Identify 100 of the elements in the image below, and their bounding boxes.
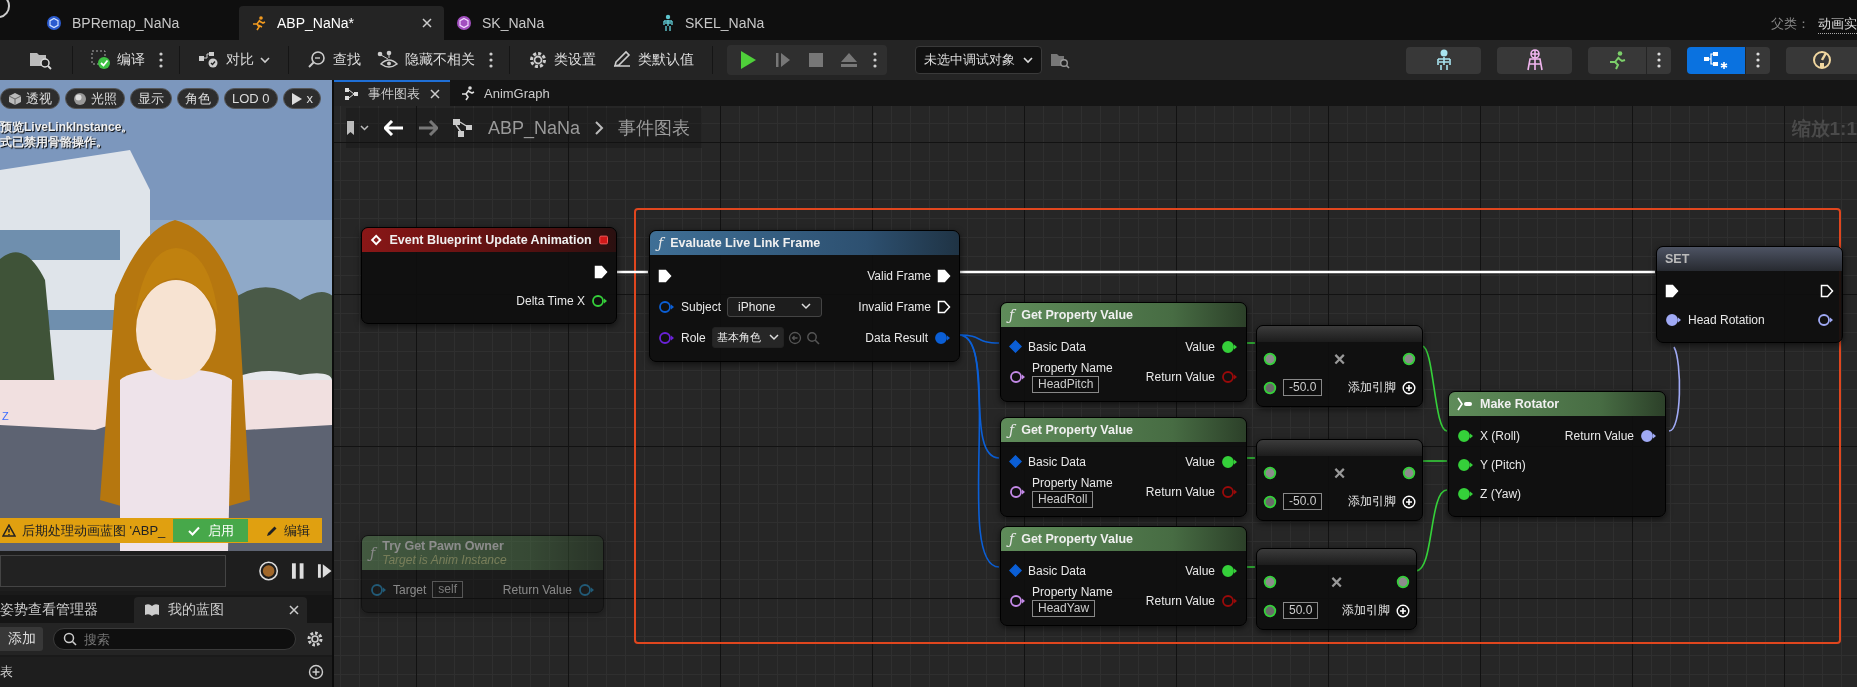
- data-pin[interactable]: [1640, 428, 1657, 443]
- exec-pin[interactable]: [1820, 283, 1834, 298]
- toolbar-button[interactable]: 查找: [299, 45, 369, 75]
- more-options-icon[interactable]: [159, 52, 163, 68]
- toolbar-button[interactable]: 对比: [190, 45, 278, 75]
- graph-node[interactable]: ƒ Evaluate Live Link Frame Valid Frame Subject iPhone Invalid Frame Role 基本角色 Data Result: [649, 230, 960, 362]
- data-pin[interactable]: [1221, 563, 1238, 578]
- timeline-track[interactable]: [0, 555, 226, 587]
- use-selected-icon[interactable]: [787, 330, 802, 345]
- value-dropdown[interactable]: 基本角色: [711, 327, 784, 348]
- exec-pin[interactable]: [1665, 283, 1679, 298]
- pause-icon[interactable]: [291, 562, 305, 580]
- viewport-button[interactable]: 光照: [65, 88, 125, 109]
- more-options-icon[interactable]: [1647, 46, 1671, 74]
- data-pin[interactable]: [1263, 351, 1277, 366]
- forward-arrow-icon[interactable]: [418, 120, 438, 136]
- value-field[interactable]: self: [432, 581, 464, 598]
- graph-tab[interactable]: 事件图表: [334, 80, 450, 106]
- document-tab[interactable]: SK_NaNa: [444, 6, 649, 40]
- value-field[interactable]: HeadYaw: [1032, 600, 1096, 617]
- data-pin[interactable]: [1402, 351, 1416, 366]
- value-field[interactable]: -50.0: [1283, 493, 1323, 510]
- parent-class-link[interactable]: 动画实: [1818, 14, 1857, 34]
- data-pin[interactable]: [1009, 594, 1026, 608]
- mode-button[interactable]: [1687, 46, 1745, 74]
- exec-pin[interactable]: [658, 268, 672, 283]
- graph-node[interactable]: × -50.0 添加引脚: [1256, 439, 1423, 521]
- add-pin-icon[interactable]: [1402, 494, 1416, 509]
- edit-button[interactable]: 编辑: [254, 521, 322, 540]
- add-button[interactable]: 添加: [0, 627, 43, 651]
- document-tab[interactable]: SKEL_NaNa: [649, 6, 854, 40]
- value-field[interactable]: HeadRoll: [1032, 491, 1094, 508]
- data-pin[interactable]: [591, 293, 608, 308]
- document-tab[interactable]: ABP_NaNa*: [239, 6, 444, 40]
- graph-node[interactable]: ƒ Get Property Value Basic Data Value Property Name HeadYaw Return Value: [1000, 526, 1247, 626]
- wire[interactable]: [1421, 345, 1448, 432]
- mode-button[interactable]: [1786, 46, 1857, 74]
- data-pin[interactable]: [1221, 339, 1238, 354]
- data-pin[interactable]: [1221, 454, 1238, 469]
- more-options-icon[interactable]: [489, 52, 493, 68]
- data-pin[interactable]: [1457, 428, 1474, 443]
- more-options-icon[interactable]: [1746, 46, 1770, 74]
- folder-search-icon[interactable]: [1050, 51, 1070, 69]
- toolbar-button[interactable]: 隐藏不相关: [369, 45, 483, 75]
- data-pin[interactable]: [1402, 465, 1416, 480]
- exec-pin[interactable]: [594, 264, 608, 279]
- exec-pin[interactable]: [937, 268, 951, 283]
- mode-button[interactable]: [1497, 46, 1572, 74]
- add-pin-icon[interactable]: [1402, 380, 1416, 395]
- graph-tab[interactable]: AnimGraph: [450, 80, 560, 106]
- wire[interactable]: [1421, 460, 1448, 462]
- data-pin[interactable]: [1263, 603, 1277, 618]
- data-pin[interactable]: [1263, 465, 1277, 480]
- viewport-button[interactable]: LOD 0: [224, 88, 278, 109]
- data-pin[interactable]: [1665, 312, 1682, 327]
- data-pin[interactable]: [1817, 312, 1834, 327]
- graph-node[interactable]: SET Head Rotation: [1656, 246, 1843, 343]
- bookmark-icon[interactable]: [346, 120, 370, 136]
- close-icon[interactable]: [430, 89, 440, 99]
- more-options-icon[interactable]: [873, 52, 877, 68]
- value-field[interactable]: 50.0: [1283, 602, 1319, 619]
- eject-icon[interactable]: [839, 51, 859, 69]
- search-icon[interactable]: [805, 330, 820, 345]
- settings-icon[interactable]: [306, 630, 324, 648]
- wire[interactable]: [1668, 346, 1681, 432]
- data-pin[interactable]: [1457, 486, 1474, 501]
- panel-tab[interactable]: 姿势查看管理器: [0, 597, 128, 623]
- data-pin[interactable]: [1396, 574, 1410, 589]
- value-field[interactable]: HeadPitch: [1032, 376, 1100, 393]
- data-pin[interactable]: [1009, 370, 1026, 384]
- viewport-button[interactable]: 角色: [177, 88, 219, 109]
- breadcrumb-link[interactable]: ABP_NaNa: [488, 117, 581, 139]
- step-forward-icon[interactable]: [316, 563, 332, 579]
- data-pin[interactable]: [1263, 494, 1277, 509]
- graph-node[interactable]: Event Blueprint Update Animation Delta Time X: [361, 227, 617, 324]
- add-pin-icon[interactable]: [1396, 603, 1410, 618]
- close-icon[interactable]: [422, 18, 432, 28]
- debug-object-dropdown[interactable]: 未选中调试对象: [915, 46, 1042, 74]
- section-header[interactable]: 表: [0, 663, 13, 681]
- stop-icon[interactable]: [807, 51, 825, 69]
- data-pin[interactable]: [1009, 485, 1026, 499]
- graph-node[interactable]: ƒ Get Property Value Basic Data Value Property Name HeadPitch Return Value: [1000, 302, 1247, 402]
- mode-button[interactable]: [1588, 46, 1646, 74]
- document-tab[interactable]: BPRemap_NaNa: [34, 6, 239, 40]
- close-icon[interactable]: [289, 605, 299, 615]
- comment-frame[interactable]: [634, 208, 1841, 644]
- value-dropdown[interactable]: iPhone: [727, 296, 823, 317]
- wire[interactable]: [1415, 489, 1448, 572]
- record-icon[interactable]: [257, 560, 280, 582]
- data-pin[interactable]: [1263, 574, 1277, 589]
- search-field[interactable]: 搜索: [53, 628, 296, 650]
- graph-node[interactable]: ƒ Get Property Value Basic Data Value Property Name HeadRoll Return Value: [1000, 417, 1247, 517]
- exec-pin[interactable]: [937, 299, 951, 314]
- add-icon[interactable]: [308, 664, 324, 680]
- toolbar-button[interactable]: 类设置: [520, 45, 604, 75]
- graph-node[interactable]: Make Rotator X (Roll) Return Value Y (Pitch) Z (Yaw): [1448, 391, 1666, 517]
- panel-tab[interactable]: 我的蓝图: [134, 597, 307, 623]
- toolbar-button[interactable]: 编译: [83, 45, 153, 75]
- back-arrow-icon[interactable]: [384, 120, 404, 136]
- data-pin[interactable]: [1263, 380, 1277, 395]
